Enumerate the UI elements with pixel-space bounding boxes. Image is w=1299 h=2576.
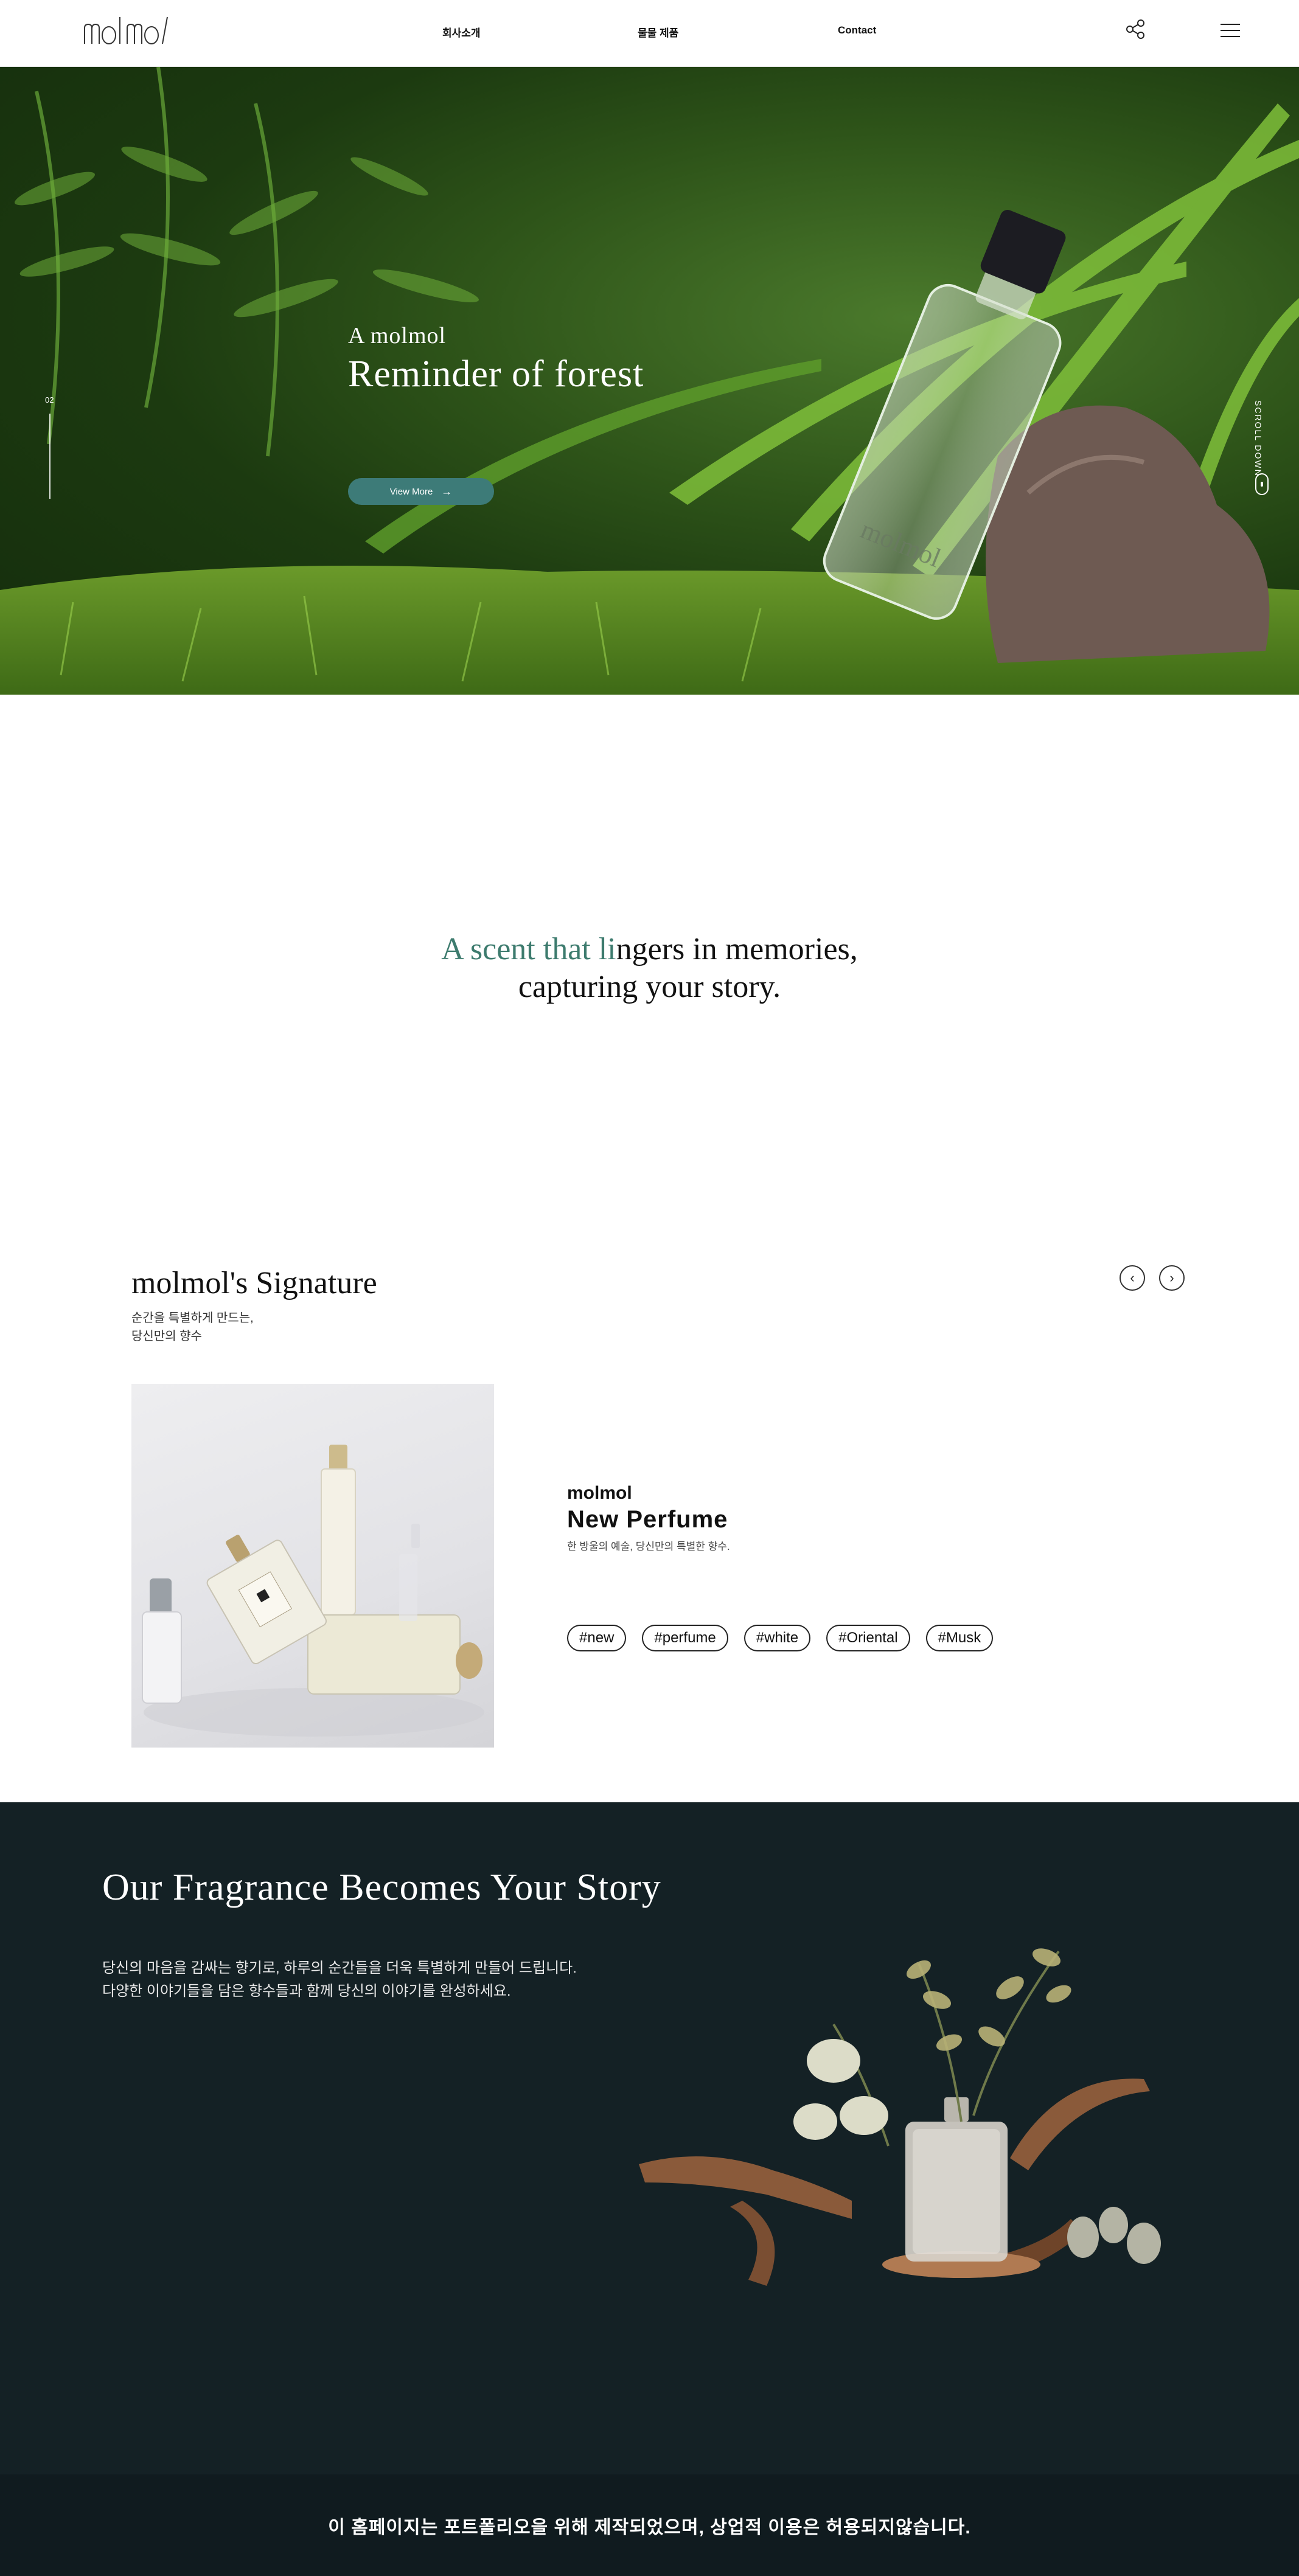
site-header: 회사소개 물물 제품 Contact <box>0 0 1299 67</box>
tag-musk[interactable]: #Musk <box>925 1625 994 1651</box>
story-text: 당신의 마음을 감싸는 향기로, 하루의 순간들을 더욱 특별하게 만들어 드립… <box>102 1957 577 2003</box>
tagline-accent: A scent that li <box>441 932 616 967</box>
nav-contact[interactable]: Contact <box>838 24 876 36</box>
share-icon[interactable] <box>1124 18 1146 40</box>
product-brand: molmol <box>567 1483 632 1503</box>
tagline-rest: ngers in memories, <box>616 932 858 967</box>
tag-oriental[interactable]: #Oriental <box>826 1625 910 1651</box>
chevron-right-icon: › <box>1169 1270 1174 1285</box>
hero-banner: molmol 02 A molmol Reminder of forest Vi… <box>0 67 1299 695</box>
footer-notice: 이 홈페이지는 포트폴리오을 위해 제작되었으며, 상업적 이용은 허용되지않습… <box>328 2517 971 2538</box>
slide-number: 02 <box>45 395 54 404</box>
signature-description: 순간을 특별하게 만드는, 당신만의 향수 <box>131 1309 254 1345</box>
perfume-with-branches-image <box>639 1948 1161 2286</box>
hero-title: Reminder of forest <box>348 353 644 395</box>
nav-products[interactable]: 물물 제품 <box>638 24 678 40</box>
brand-tagline: A scent that lingers in memories, captur… <box>0 931 1299 1006</box>
story-section: Our Fragrance Becomes Your Story 당신의 마음을… <box>0 1802 1299 2576</box>
story-text-line-1: 당신의 마음을 감싸는 향기로, 하루의 순간들을 더욱 특별하게 만들어 드립… <box>102 1960 577 1976</box>
product-tags: #new #perfume #white #Oriental #Musk <box>567 1625 994 1651</box>
signature-title: molmol's Signature <box>131 1266 377 1300</box>
site-footer: 이 홈페이지는 포트폴리오을 위해 제작되었으며, 상업적 이용은 허용되지않습… <box>0 2474 1299 2576</box>
story-title: Our Fragrance Becomes Your Story <box>102 1867 661 1908</box>
tagline-line-1: A scent that lingers in memories, <box>0 931 1299 968</box>
slide-progress-line <box>49 414 50 499</box>
view-more-label: View More <box>389 486 433 497</box>
logo[interactable] <box>82 13 186 50</box>
perfume-bottles-photo <box>142 1445 484 1737</box>
tag-perfume[interactable]: #perfume <box>642 1625 728 1651</box>
view-more-button[interactable]: View More → <box>348 478 494 505</box>
carousel-prev-button[interactable]: ‹ <box>1120 1265 1145 1291</box>
story-text-line-2: 다양한 이야기들을 담은 향수들과 함께 당신의 이야기를 완성하세요. <box>102 1983 511 1999</box>
chevron-left-icon: ‹ <box>1130 1270 1135 1285</box>
product-image[interactable] <box>131 1384 494 1748</box>
story-illustration <box>633 1915 1180 2298</box>
hero-copy: A molmol Reminder of forest <box>348 322 644 396</box>
tagline-line-2: capturing your story. <box>518 970 781 1004</box>
signature-desc-line-2: 당신만의 향수 <box>131 1330 202 1343</box>
product-description: 한 방울의 예술, 당신만의 특별한 향수. <box>567 1541 730 1552</box>
signature-desc-line-1: 순간을 특별하게 만드는, <box>131 1311 254 1325</box>
scroll-down-label[interactable]: SCROLL DOWN <box>1253 400 1263 477</box>
carousel-next-button[interactable]: › <box>1159 1265 1185 1291</box>
tag-white[interactable]: #white <box>744 1625 811 1651</box>
product-name: New Perfume <box>567 1506 728 1533</box>
logo-mark <box>84 16 168 44</box>
hero-subtitle: A molmol <box>348 323 447 349</box>
nav-about[interactable]: 회사소개 <box>442 24 481 40</box>
hero-forest-image: molmol <box>0 67 1299 695</box>
hamburger-menu-icon[interactable] <box>1219 22 1241 39</box>
tag-new[interactable]: #new <box>567 1625 627 1651</box>
mouse-scroll-icon <box>1255 473 1269 495</box>
arrow-right-icon: → <box>441 485 453 498</box>
